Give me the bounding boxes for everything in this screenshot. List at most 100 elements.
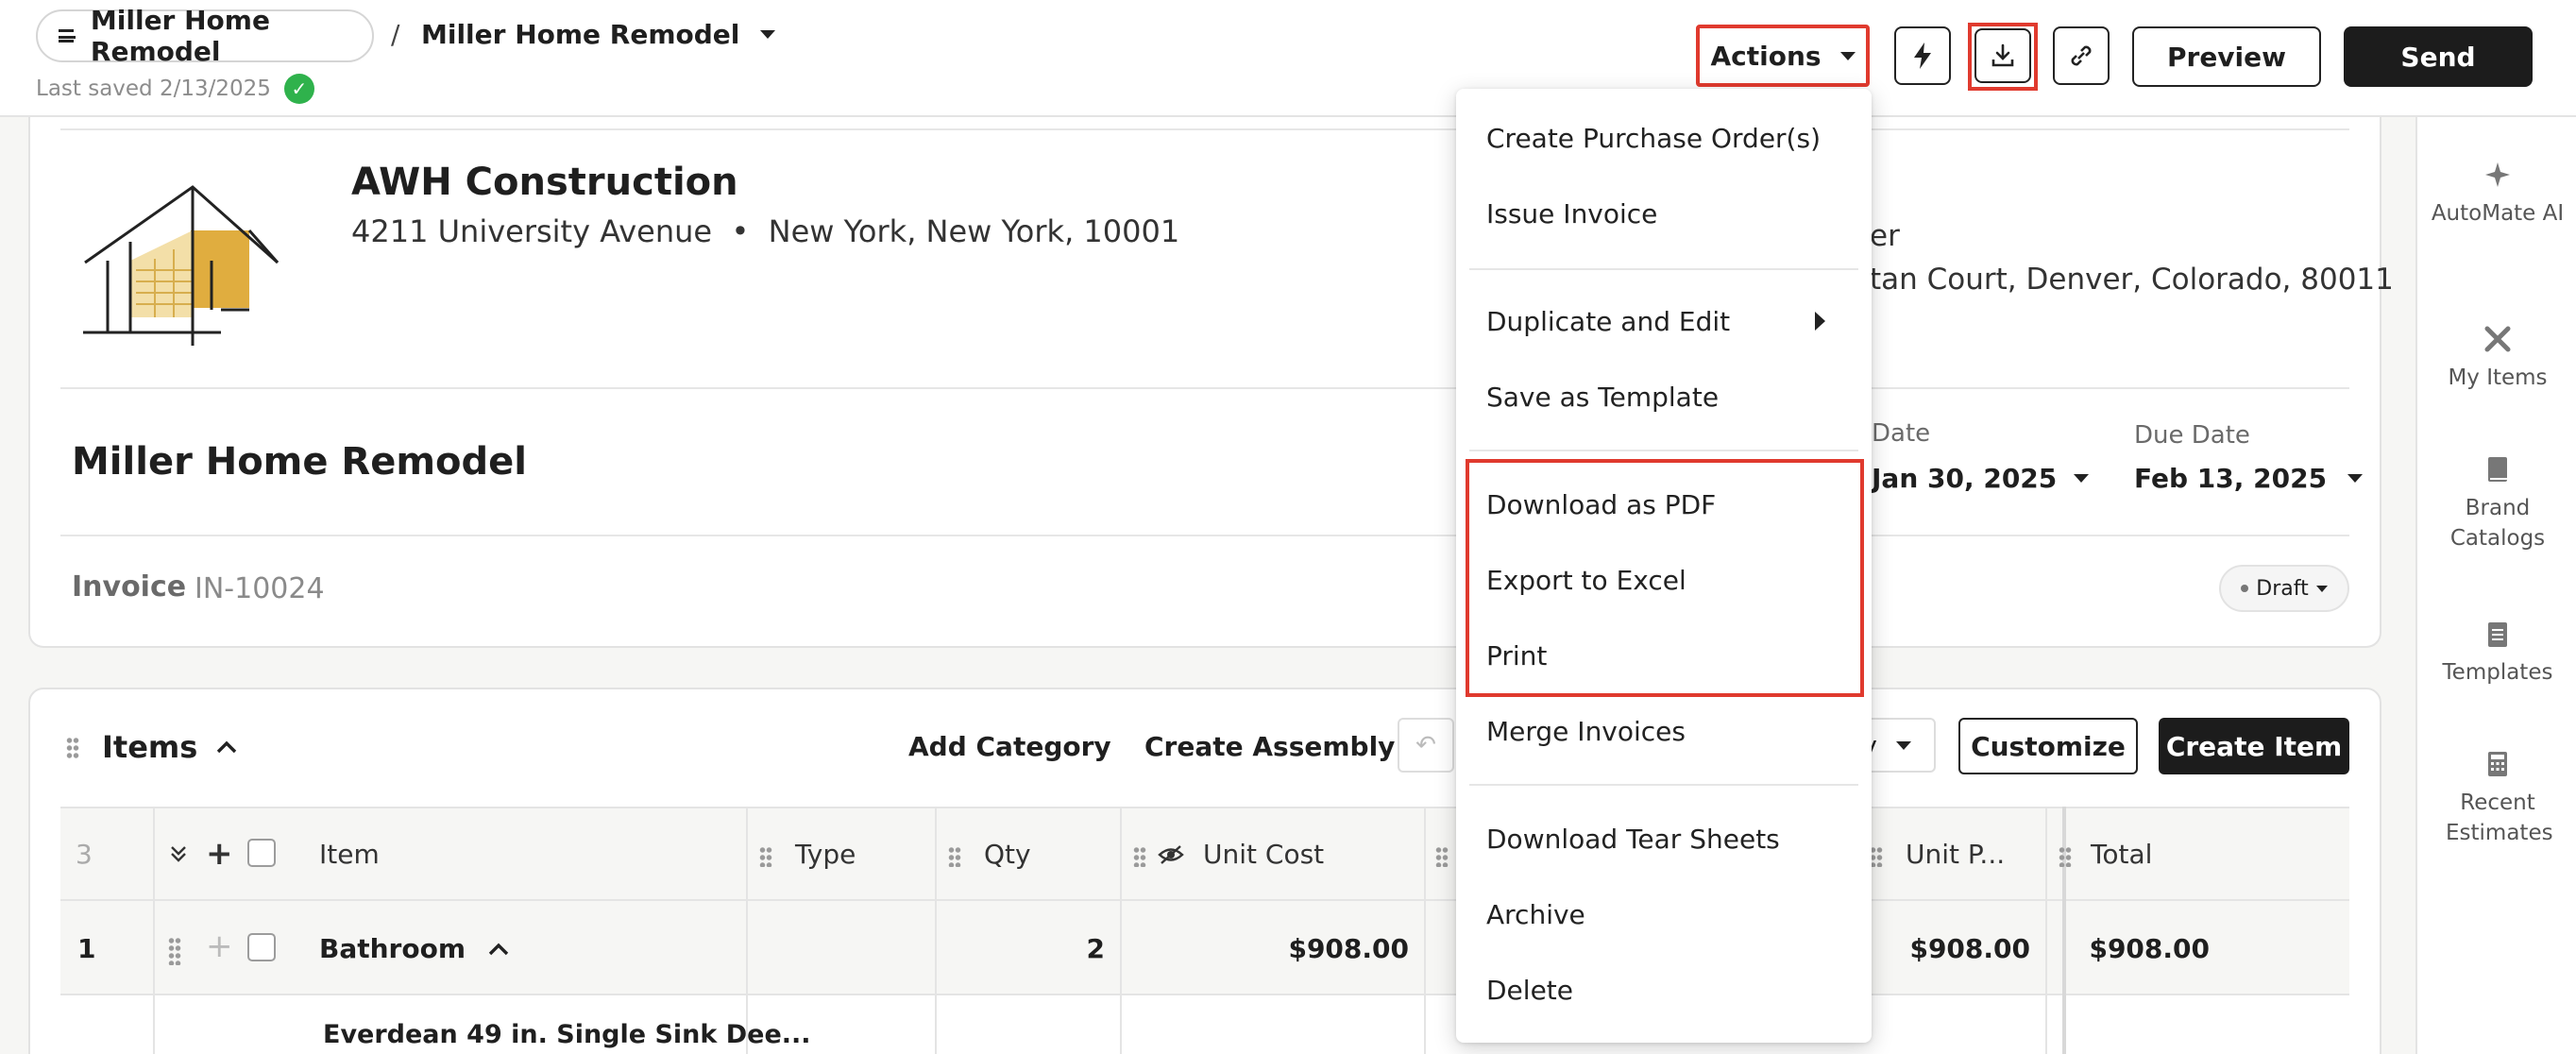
check-icon: ✓ bbox=[283, 74, 314, 104]
link-icon bbox=[2071, 45, 2092, 66]
sidebar-item-templates[interactable]: Templates bbox=[2417, 618, 2576, 688]
column-item[interactable]: Item bbox=[319, 839, 380, 870]
row-count: 3 bbox=[76, 839, 93, 870]
drag-handle-icon[interactable] bbox=[66, 737, 79, 759]
right-sidebar: AutoMate AI My Items Brand Catalogs Temp… bbox=[2415, 117, 2576, 1054]
sparkle-icon bbox=[2485, 162, 2510, 187]
drag-handle-icon[interactable] bbox=[168, 937, 181, 965]
add-row-icon[interactable]: + bbox=[206, 927, 233, 965]
document-title[interactable]: Miller Home Remodel bbox=[72, 440, 527, 484]
invoice-label: Invoice bbox=[72, 570, 187, 604]
sidebar-item-brand-catalogs[interactable]: Brand Catalogs bbox=[2417, 453, 2576, 553]
invoice-number[interactable]: IN-10024 bbox=[195, 572, 325, 605]
clipboard-icon bbox=[2488, 622, 2507, 647]
share-link-button[interactable] bbox=[2053, 26, 2110, 85]
column-unit-price[interactable]: Unit P... bbox=[1906, 839, 2005, 870]
items-section-toggle[interactable]: Items bbox=[102, 729, 237, 765]
download-button[interactable] bbox=[1974, 28, 2031, 83]
chevron-up-icon bbox=[217, 740, 237, 754]
actions-label: Actions bbox=[1710, 40, 1822, 72]
create-assembly-button[interactable]: Create Assembly bbox=[1144, 731, 1395, 762]
drag-handle-icon[interactable] bbox=[1870, 846, 1883, 867]
column-divider bbox=[1424, 807, 1426, 1054]
column-total[interactable]: Total bbox=[2091, 839, 2152, 870]
book-icon bbox=[2488, 457, 2507, 482]
actions-button[interactable]: Actions bbox=[1696, 25, 1870, 87]
drag-handle-icon[interactable] bbox=[948, 846, 961, 867]
due-date-value: Feb 13, 2025 bbox=[2134, 463, 2328, 494]
company-name: AWH Construction bbox=[351, 161, 738, 204]
due-date-picker[interactable]: Feb 13, 2025 bbox=[2134, 463, 2364, 494]
column-divider bbox=[746, 807, 748, 1054]
drag-handle-icon[interactable] bbox=[1435, 846, 1449, 867]
chevron-down-icon bbox=[2315, 585, 2328, 592]
column-divider bbox=[2045, 807, 2047, 1054]
menu-divider bbox=[1469, 268, 1858, 270]
chevron-down-icon bbox=[2347, 474, 2364, 483]
save-status: Last saved 2/13/2025 ✓ bbox=[36, 74, 314, 104]
drag-handle-icon[interactable] bbox=[2059, 846, 2072, 867]
calculator-icon bbox=[2488, 752, 2507, 776]
drag-handle-icon[interactable] bbox=[1133, 846, 1146, 867]
menu-item-save-as-template[interactable]: Save as Template bbox=[1486, 382, 1719, 413]
menu-item-archive[interactable]: Archive bbox=[1486, 899, 1585, 930]
project-menu-button[interactable]: Miller Home Remodel bbox=[36, 5, 374, 67]
sidebar-item-automate-ai[interactable]: AutoMate AI bbox=[2417, 159, 2576, 229]
menu-divider bbox=[1469, 450, 1858, 451]
status-label: Draft bbox=[2256, 576, 2309, 601]
qty-cell[interactable]: 2 bbox=[1039, 933, 1105, 964]
menu-divider bbox=[1469, 784, 1858, 786]
column-divider bbox=[1120, 807, 1122, 1054]
column-qty[interactable]: Qty bbox=[984, 839, 1031, 870]
bolt-icon bbox=[1914, 42, 1931, 69]
export-options-highlight bbox=[1466, 459, 1864, 697]
drag-handle-icon[interactable] bbox=[759, 846, 772, 867]
items-title: Items bbox=[102, 729, 198, 765]
column-unit-cost[interactable]: Unit Cost bbox=[1203, 839, 1324, 870]
unit-cost-cell[interactable]: $908.00 bbox=[1228, 933, 1409, 964]
issue-date-picker[interactable]: Jan 30, 2025 bbox=[1872, 463, 2090, 494]
add-category-button[interactable]: Add Category bbox=[908, 731, 1111, 762]
undo-icon: ↶ bbox=[1415, 731, 1436, 759]
divider bbox=[60, 535, 2349, 536]
unit-price-cell[interactable]: $908.00 bbox=[1879, 933, 2030, 964]
sidebar-item-my-items[interactable]: My Items bbox=[2417, 323, 2576, 393]
eye-off-icon[interactable] bbox=[1158, 844, 1184, 865]
menu-icon bbox=[59, 29, 76, 42]
chevron-down-icon bbox=[2074, 474, 2090, 483]
create-item-button[interactable]: Create Item bbox=[2159, 718, 2349, 774]
row-number: 1 bbox=[77, 933, 96, 964]
column-divider bbox=[935, 807, 937, 1054]
send-button[interactable]: Send bbox=[2344, 26, 2533, 87]
issue-date-value: Jan 30, 2025 bbox=[1872, 463, 2058, 494]
chevron-down-icon bbox=[1896, 740, 1911, 750]
menu-item-issue-invoice[interactable]: Issue Invoice bbox=[1486, 198, 1657, 230]
undo-button[interactable]: ↶ bbox=[1398, 718, 1454, 773]
row-checkbox[interactable] bbox=[247, 933, 276, 961]
sidebar-item-label: Recent Estimates bbox=[2446, 790, 2553, 845]
category-name[interactable]: Bathroom bbox=[319, 933, 509, 964]
item-name[interactable]: Everdean 49 in. Single Sink Dee... bbox=[323, 1020, 811, 1049]
select-all-checkbox[interactable] bbox=[247, 839, 276, 867]
menu-item-download-tear-sheets[interactable]: Download Tear Sheets bbox=[1486, 824, 1780, 855]
menu-item-create-purchase-order[interactable]: Create Purchase Order(s) bbox=[1486, 123, 1821, 154]
column-type[interactable]: Type bbox=[795, 839, 856, 870]
menu-item-delete[interactable]: Delete bbox=[1486, 975, 1573, 1006]
company-logo bbox=[83, 185, 280, 346]
add-row-icon[interactable]: + bbox=[206, 835, 233, 873]
last-saved-text: Last saved 2/13/2025 bbox=[36, 76, 271, 101]
sidebar-item-label: AutoMate AI bbox=[2431, 201, 2565, 226]
project-title-dropdown[interactable]: Miller Home Remodel bbox=[421, 19, 776, 50]
customize-button[interactable]: Customize bbox=[1958, 718, 2138, 774]
sidebar-item-recent-estimates[interactable]: Recent Estimates bbox=[2417, 748, 2576, 848]
bolt-button[interactable] bbox=[1894, 26, 1951, 85]
collapse-all-icon[interactable] bbox=[170, 844, 187, 863]
menu-item-duplicate-and-edit[interactable]: Duplicate and Edit bbox=[1486, 306, 1730, 337]
sidebar-item-label: My Items bbox=[2448, 366, 2548, 390]
download-icon bbox=[1991, 43, 2014, 67]
submenu-arrow-icon bbox=[1815, 312, 1825, 331]
menu-item-merge-invoices[interactable]: Merge Invoices bbox=[1486, 716, 1686, 747]
preview-button[interactable]: Preview bbox=[2132, 26, 2321, 87]
status-badge[interactable]: Draft bbox=[2219, 565, 2349, 612]
issue-date-label: Date bbox=[1872, 419, 1931, 448]
